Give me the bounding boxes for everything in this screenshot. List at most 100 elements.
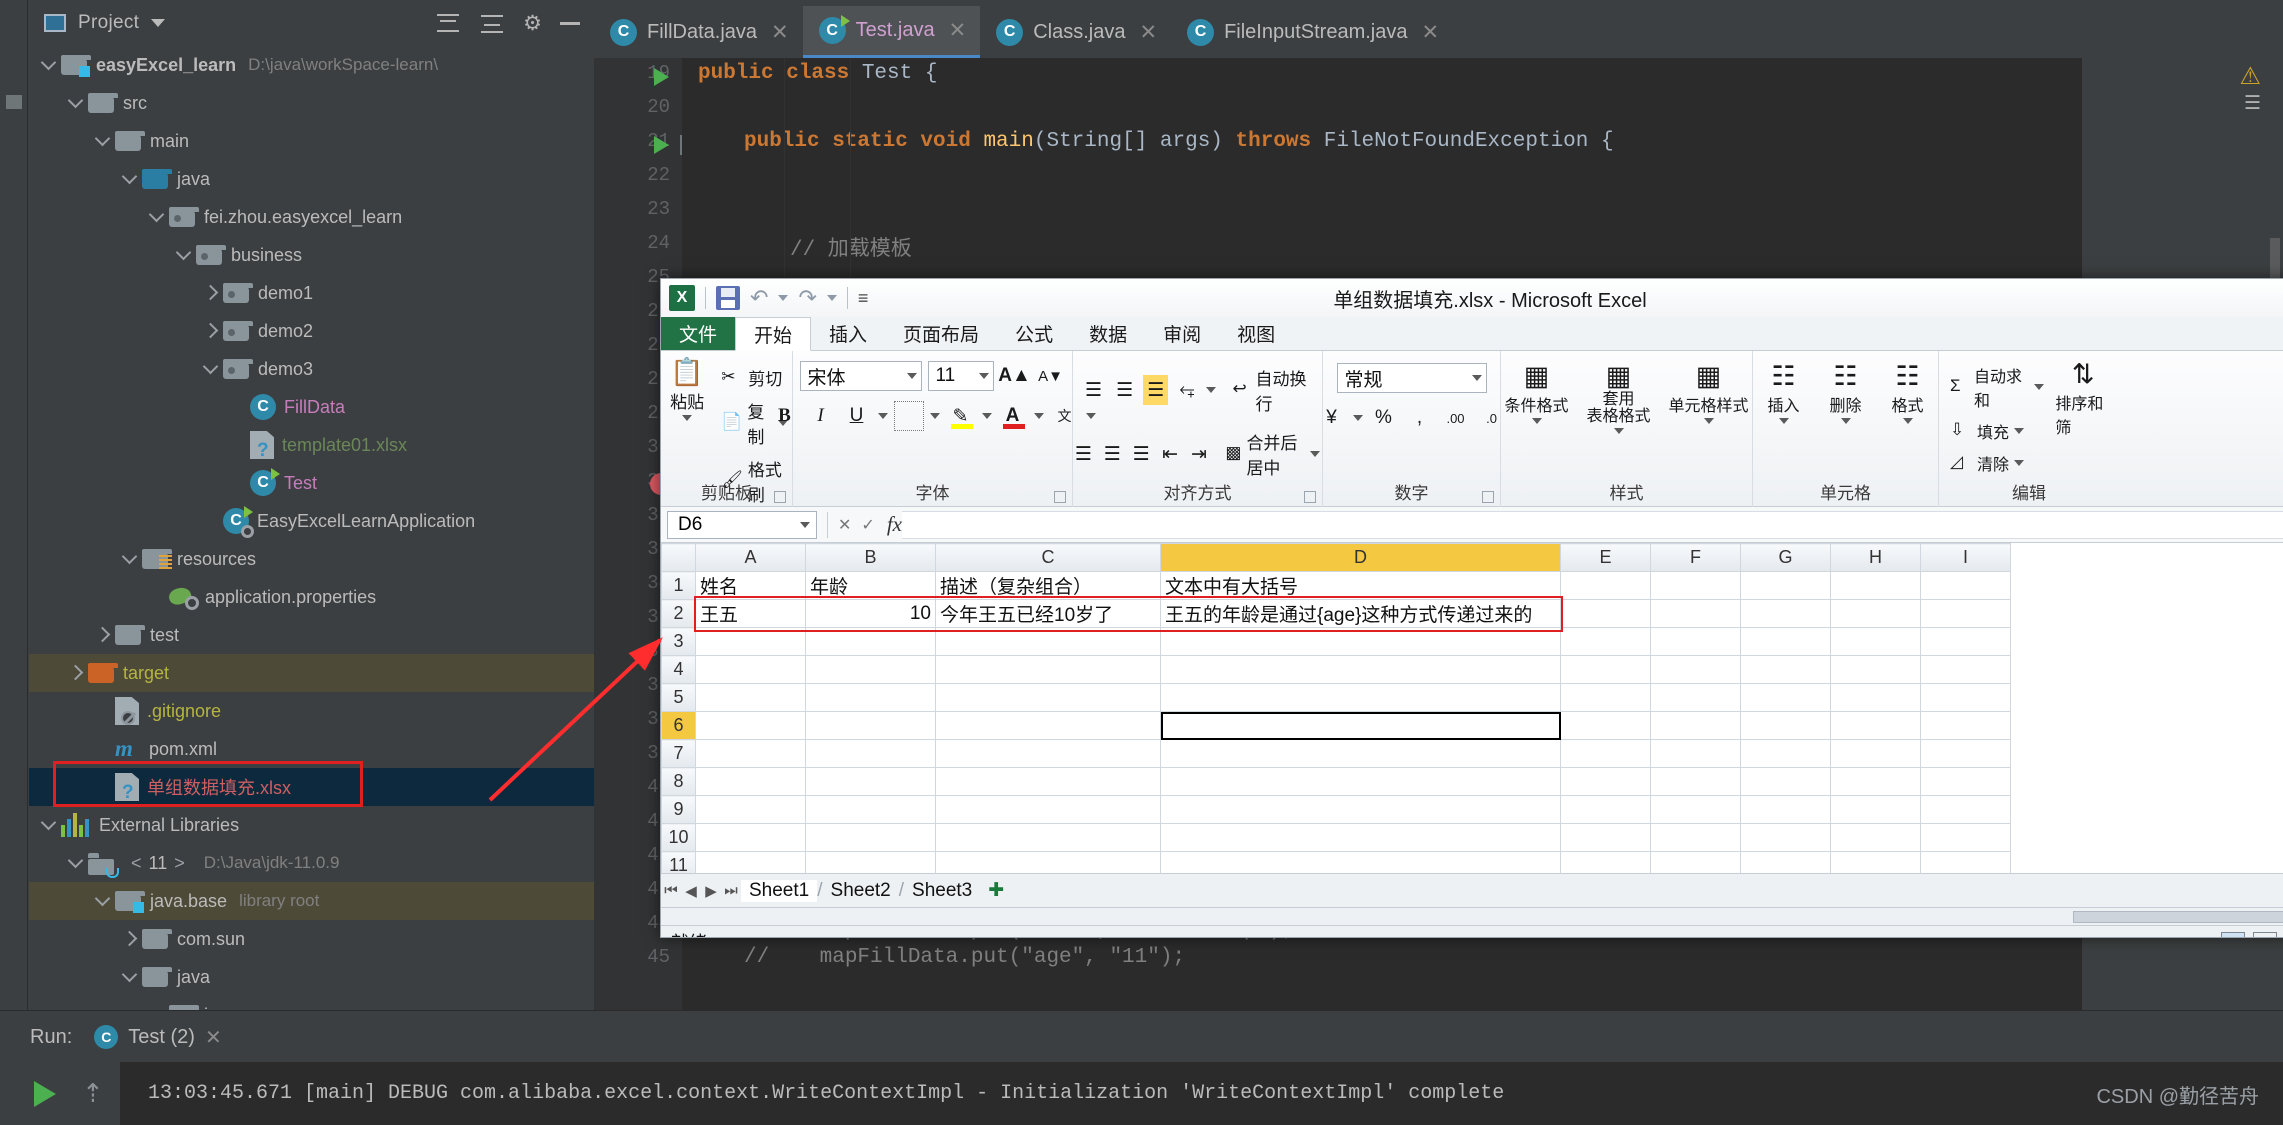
page-layout-view-icon[interactable]: [2253, 932, 2277, 937]
merge-dropdown-icon[interactable]: [1310, 451, 1321, 457]
number-format-select[interactable]: 常规: [1336, 363, 1487, 393]
font-size-dropdown-icon[interactable]: [978, 373, 989, 379]
borders-dropdown-icon[interactable]: [929, 413, 940, 419]
cell-I2[interactable]: [1920, 599, 2011, 628]
percent-style-button[interactable]: %: [1369, 403, 1399, 433]
tree-node-demo2[interactable]: demo2: [29, 312, 594, 350]
cell-D11[interactable]: [1160, 851, 1561, 873]
cell-A6[interactable]: [695, 711, 806, 740]
bold-button[interactable]: B: [770, 401, 800, 431]
comma-style-button[interactable]: ,: [1405, 403, 1435, 433]
tree-node-pom.xml[interactable]: m pom.xml: [29, 730, 594, 768]
editor-tab-Class-java[interactable]: C Class.java ✕: [980, 6, 1171, 58]
number-format-dropdown-icon[interactable]: [1471, 375, 1482, 381]
cell-G11[interactable]: [1740, 851, 1831, 873]
cell-C6[interactable]: [935, 711, 1161, 740]
cell-C4[interactable]: [935, 655, 1161, 684]
cell-G4[interactable]: [1740, 655, 1831, 684]
paste-dropdown-icon[interactable]: [682, 415, 693, 421]
project-tree[interactable]: easyExcel_learn D:\java\workSpace-learn\ s…: [29, 46, 594, 1010]
align-bottom-icon[interactable]: ☰: [1143, 375, 1169, 405]
tree-node-fei.zhou.easyexcel_learn[interactable]: fei.zhou.easyexcel_learn: [29, 198, 594, 236]
cell-D8[interactable]: [1160, 767, 1561, 796]
grid-row[interactable]: 4: [661, 655, 2011, 684]
cell-B4[interactable]: [805, 655, 936, 684]
wrap-text-button[interactable]: ↩ 自动换行: [1230, 363, 1314, 417]
column-header-C[interactable]: C: [935, 543, 1161, 572]
tree-node-demo1[interactable]: demo1: [29, 274, 594, 312]
align-middle-icon[interactable]: ☰: [1112, 375, 1137, 405]
cell-E1[interactable]: [1560, 571, 1651, 600]
align-center-icon[interactable]: ☰: [1101, 439, 1124, 469]
italic-button[interactable]: I: [806, 401, 836, 431]
cell-B11[interactable]: [805, 851, 936, 873]
row-header-10[interactable]: 10: [661, 823, 696, 852]
run-configuration-tab[interactable]: C Test (2) ✕: [94, 1025, 222, 1050]
chevron-right-icon[interactable]: [64, 662, 86, 684]
tree-node-.gitignore[interactable]: .gitignore: [29, 692, 594, 730]
underline-dropdown-icon[interactable]: [877, 413, 888, 419]
chevron-down-icon[interactable]: [199, 358, 221, 380]
hide-toolwindow-icon[interactable]: [560, 21, 580, 25]
cell-D10[interactable]: [1160, 823, 1561, 852]
fill-color-dropdown-icon[interactable]: [981, 413, 992, 419]
cell-H9[interactable]: [1830, 795, 1921, 824]
cell-A3[interactable]: [695, 627, 806, 656]
cell-G7[interactable]: [1740, 739, 1831, 768]
cell-I1[interactable]: [1920, 571, 2011, 600]
excel-tab-插入[interactable]: 插入: [811, 317, 885, 350]
cell-F10[interactable]: [1650, 823, 1741, 852]
expand-all-icon[interactable]: [479, 10, 505, 36]
cell-D2[interactable]: 王五的年龄是通过{age}这种方式传递过来的: [1160, 599, 1561, 628]
cell-F5[interactable]: [1650, 683, 1741, 712]
excel-grid[interactable]: A B C D E F G H I 1 姓名 年龄 描述（复杂组合） 文本中有大括号 2 王五 10 今年王五已经…: [661, 543, 2283, 873]
close-icon[interactable]: ✕: [205, 1025, 222, 1050]
column-header-F[interactable]: F: [1650, 543, 1741, 572]
underline-button[interactable]: U: [842, 401, 872, 431]
editor-tab-Test-java[interactable]: C Test.java ✕: [802, 6, 981, 58]
increase-decimal-icon[interactable]: .00: [1441, 403, 1471, 433]
font-name-dropdown-icon[interactable]: [906, 373, 917, 379]
excel-tab-页面布局[interactable]: 页面布局: [885, 317, 997, 350]
cell-E2[interactable]: [1560, 599, 1651, 628]
grid-row[interactable]: 7: [661, 739, 2011, 768]
tree-node-resources[interactable]: resources: [29, 540, 594, 578]
tree-node-target[interactable]: target: [29, 654, 594, 692]
name-box[interactable]: D6: [667, 510, 817, 539]
close-icon[interactable]: ✕: [1422, 20, 1440, 45]
excel-tab-文件[interactable]: 文件: [661, 317, 736, 350]
tree-node-main[interactable]: main: [29, 122, 594, 160]
excel-tab-开始[interactable]: 开始: [735, 317, 812, 351]
cell-A4[interactable]: [695, 655, 806, 684]
tree-node-Test[interactable]: C Test: [29, 464, 594, 502]
cell-H8[interactable]: [1830, 767, 1921, 796]
tree-node-business[interactable]: business: [29, 236, 594, 274]
cell-G2[interactable]: [1740, 599, 1831, 628]
rerun-icon[interactable]: [34, 1080, 56, 1107]
cell-F8[interactable]: [1650, 767, 1741, 796]
structure-strip-chip[interactable]: [6, 95, 22, 109]
currency-dropdown-icon[interactable]: [1352, 415, 1363, 421]
format-as-table-button[interactable]: ▦ 套用 表格格式: [1583, 363, 1655, 434]
cell-I7[interactable]: [1920, 739, 2011, 768]
insert-dropdown-icon[interactable]: [1778, 418, 1789, 424]
tree-node-test[interactable]: test: [29, 616, 594, 654]
tree-node-External-Libraries[interactable]: External Libraries: [29, 806, 594, 844]
row-header-5[interactable]: 5: [661, 683, 696, 712]
cell-G1[interactable]: [1740, 571, 1831, 600]
cell-F2[interactable]: [1650, 599, 1741, 628]
grid-row[interactable]: 11: [661, 851, 2011, 873]
run-console[interactable]: ⇡ 13:03:45.671 [main] DEBUG com.alibaba.…: [0, 1062, 2283, 1125]
tree-node-java[interactable]: java: [29, 958, 594, 996]
row-header-9[interactable]: 9: [661, 795, 696, 824]
autosum-dropdown-icon[interactable]: [2034, 384, 2045, 390]
excel-horizontal-scrollbar[interactable]: [661, 907, 2283, 925]
cell-D3[interactable]: [1160, 627, 1561, 656]
cell-C2[interactable]: 今年王五已经10岁了: [935, 599, 1161, 628]
cell-E9[interactable]: [1560, 795, 1651, 824]
close-icon[interactable]: ✕: [771, 20, 789, 45]
next-sheet-icon[interactable]: ▶: [701, 882, 721, 900]
chevron-right-icon[interactable]: [118, 928, 140, 950]
cell-H7[interactable]: [1830, 739, 1921, 768]
cancel-formula-icon[interactable]: ✕: [838, 515, 851, 535]
